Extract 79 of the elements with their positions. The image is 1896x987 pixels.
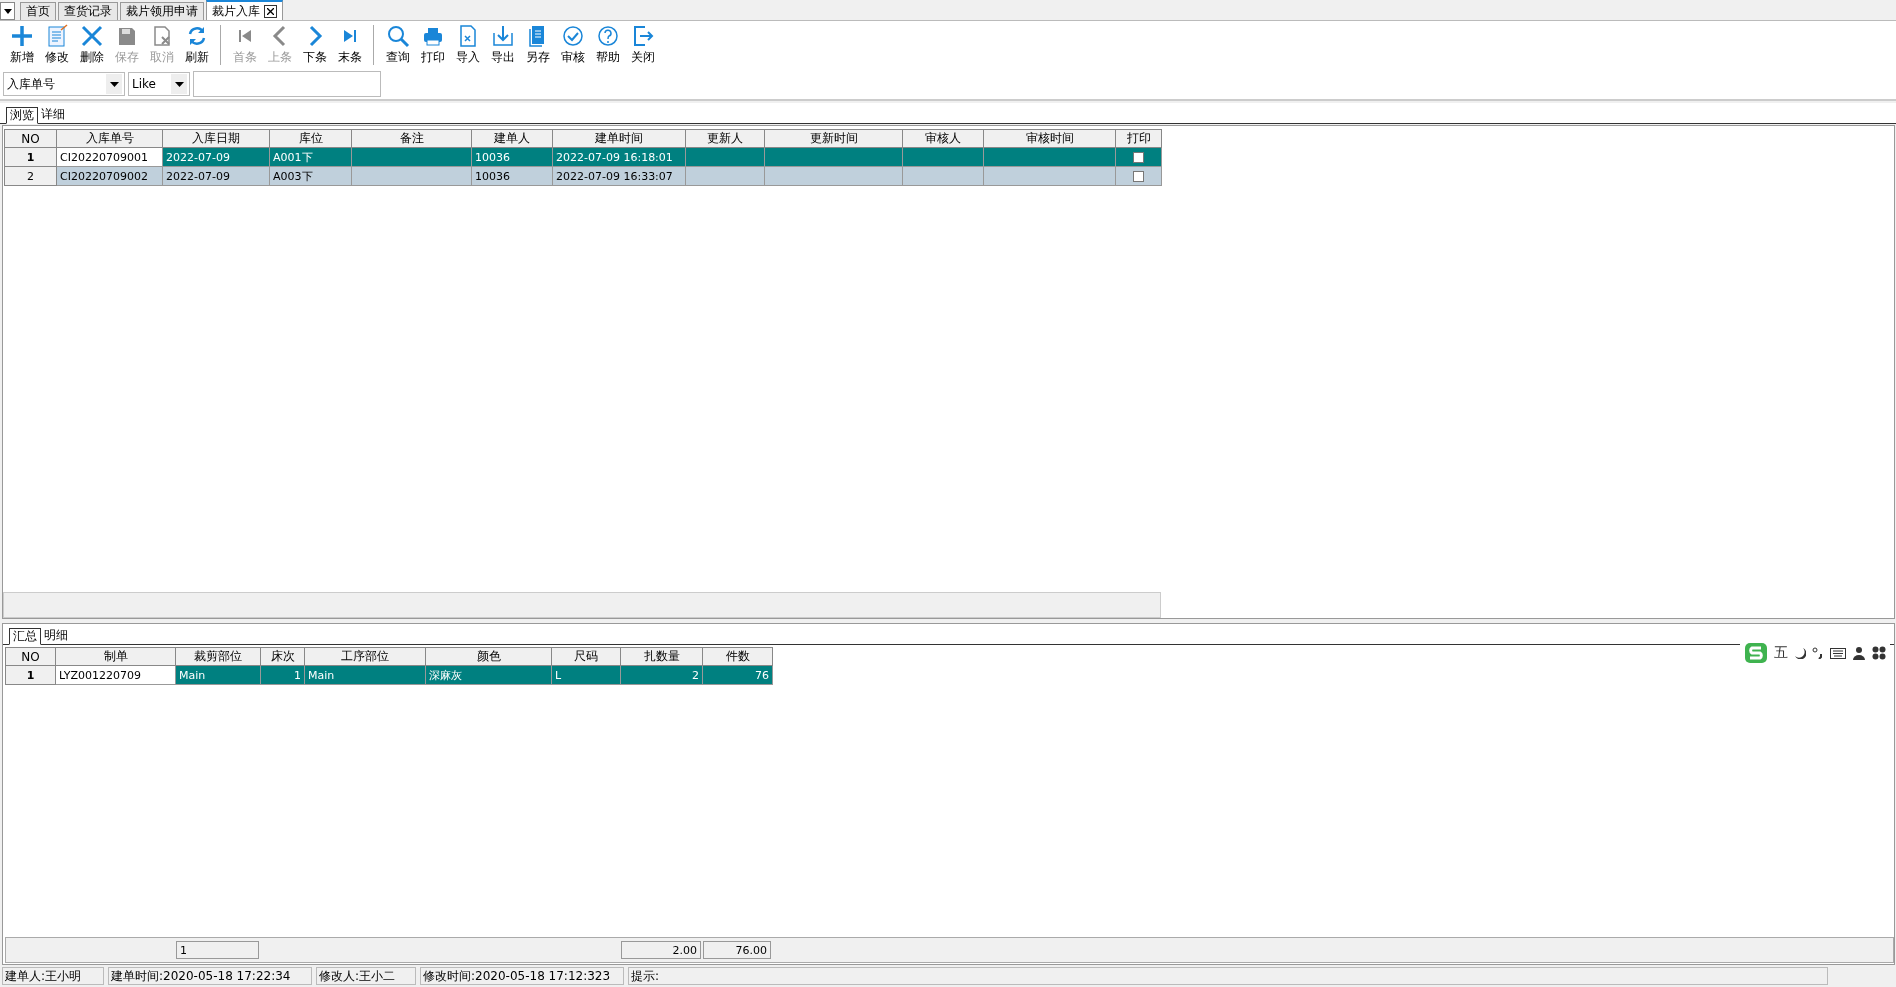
toolbar-button[interactable]: 另存 <box>520 24 555 66</box>
delete-icon <box>79 24 104 48</box>
add-icon <box>9 24 34 48</box>
ime-toolbar[interactable]: 五 <box>1740 640 1890 666</box>
moon-icon[interactable] <box>1794 647 1806 659</box>
table-row[interactable]: 2 CI20220709002 2022-07-09 A003下 10036 2022-07-09 16:33:07 <box>4 166 1162 186</box>
column-header[interactable]: 件数 <box>702 647 773 666</box>
toolbar-button[interactable]: 导入 <box>450 24 485 66</box>
column-header[interactable]: 审核人 <box>902 129 984 148</box>
status-field: 修改人:王小二 <box>316 967 416 985</box>
ime-mode[interactable]: 五 <box>1774 644 1788 662</box>
column-header[interactable]: 工序部位 <box>304 647 426 666</box>
user-icon[interactable] <box>1852 646 1866 660</box>
column-header[interactable]: 更新人 <box>685 129 765 148</box>
field-dropdown[interactable]: 入库单号 <box>3 72 125 96</box>
dropdown-icon <box>174 81 184 87</box>
print-checkbox[interactable] <box>1133 171 1144 182</box>
grid-icon[interactable] <box>1872 646 1886 660</box>
view-tab[interactable]: 汇总 <box>9 628 41 645</box>
column-header[interactable]: 备注 <box>351 129 472 148</box>
toolbar-button[interactable]: 打印 <box>415 24 450 66</box>
document-tab[interactable]: 裁片领用申请 <box>120 2 204 20</box>
toolbar-button[interactable]: 审核 <box>555 24 590 66</box>
dropdown-icon <box>109 81 119 87</box>
toolbar-button[interactable]: 查询 <box>380 24 415 66</box>
keyboard-icon[interactable] <box>1830 647 1846 659</box>
column-header[interactable]: NO <box>5 647 56 666</box>
toolbar-button[interactable]: 新增 <box>4 24 39 66</box>
search-icon <box>385 24 410 48</box>
dropdown-icon <box>3 8 12 14</box>
horizontal-scrollbar[interactable] <box>3 592 1161 618</box>
table-row[interactable]: 1 LYZ001220709 Main 1 Main 深麻灰 L 2 76 <box>5 665 773 685</box>
column-header[interactable]: 建单时间 <box>552 129 686 148</box>
column-header[interactable]: 颜色 <box>425 647 552 666</box>
tab-list-dropdown[interactable] <box>0 2 15 20</box>
approve-icon <box>560 24 585 48</box>
status-field: 建单时间:2020-05-18 17:22:34 <box>108 967 312 985</box>
column-header[interactable]: 更新时间 <box>764 129 903 148</box>
search-field[interactable] <box>193 71 381 97</box>
column-header[interactable]: 建单人 <box>471 129 553 148</box>
column-header[interactable]: 床次 <box>260 647 305 666</box>
total-field: 76.00 <box>703 941 771 959</box>
status-field: 修改时间:2020-05-18 17:12:323 <box>420 967 624 985</box>
toolbar-button[interactable]: 下条 <box>297 24 332 66</box>
toolbar-button[interactable]: 刷新 <box>179 24 214 66</box>
column-header[interactable]: 制单 <box>55 647 176 666</box>
column-header[interactable]: 审核时间 <box>983 129 1116 148</box>
toolbar-button[interactable]: 帮助 <box>590 24 625 66</box>
operator-dropdown[interactable]: Like <box>128 72 190 96</box>
toolbar-button[interactable]: 导出 <box>485 24 520 66</box>
view-tab[interactable]: 浏览 <box>6 107 38 124</box>
column-header[interactable]: NO <box>4 129 57 148</box>
view-tab[interactable]: 详细 <box>38 106 68 123</box>
document-tab[interactable]: 首页 <box>20 2 56 20</box>
view-tab[interactable]: 明细 <box>41 627 71 644</box>
column-header[interactable]: 尺码 <box>551 647 621 666</box>
punctuation-icon[interactable] <box>1812 647 1824 659</box>
column-header[interactable]: 扎数量 <box>620 647 703 666</box>
toolbar-button[interactable]: 末条 <box>332 24 367 66</box>
total-field: 1 <box>176 941 259 959</box>
toolbar-button[interactable]: 修改 <box>39 24 74 66</box>
status-field: 提示: <box>628 967 1828 985</box>
status-field: 建单人:王小明 <box>2 967 104 985</box>
help-icon <box>595 24 620 48</box>
document-tab[interactable]: 查货记录 <box>58 2 118 20</box>
column-header[interactable]: 入库日期 <box>162 129 270 148</box>
print-checkbox[interactable] <box>1133 152 1144 163</box>
document-tab[interactable]: 裁片入库 <box>206 0 283 20</box>
column-header[interactable]: 入库单号 <box>56 129 163 148</box>
total-field: 2.00 <box>621 941 701 959</box>
ime-logo-icon <box>1744 642 1768 664</box>
table-row[interactable]: 1 CI20220709001 2022-07-09 A001下 10036 2022-07-09 16:18:01 <box>4 147 1162 167</box>
close-icon[interactable] <box>267 7 274 15</box>
export-icon <box>490 24 515 48</box>
toolbar-button[interactable]: 关闭 <box>625 24 660 66</box>
column-header[interactable]: 裁剪部位 <box>175 647 261 666</box>
toolbar-button[interactable]: 删除 <box>74 24 109 66</box>
column-header[interactable]: 打印 <box>1115 129 1162 148</box>
column-header[interactable]: 库位 <box>269 129 352 148</box>
